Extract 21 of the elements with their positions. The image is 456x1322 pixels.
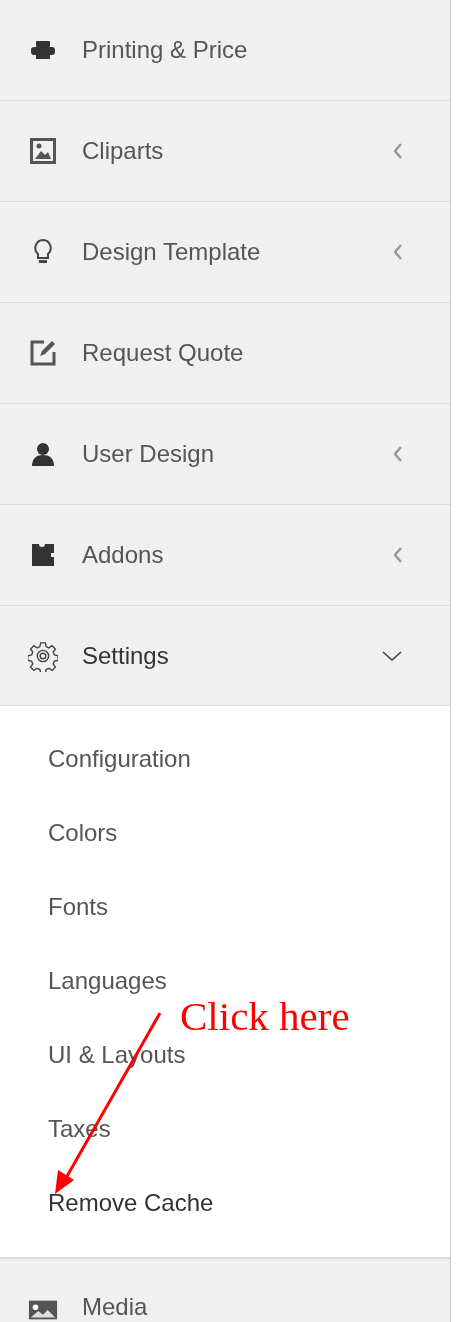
menu-item[interactable]: Addons — [0, 505, 450, 606]
submenu-link[interactable]: Fonts — [48, 893, 109, 921]
menu-item[interactable]: Cliparts — [0, 101, 450, 202]
menu-item[interactable]: User Design — [0, 404, 450, 505]
settings-icon — [28, 639, 58, 672]
submenu-link[interactable]: Configuration — [48, 745, 191, 773]
image-icon — [30, 138, 56, 164]
submenu-link[interactable]: Remove Cache — [48, 1189, 214, 1217]
menu-item[interactable]: Printing & Price — [0, 0, 450, 101]
lightbulb-icon — [33, 238, 53, 266]
user-icon — [31, 442, 55, 466]
annotation-text: Click here — [180, 992, 350, 1040]
menu-item[interactable]: Request Quote — [0, 303, 450, 404]
edit-icon — [30, 340, 56, 366]
puzzle-icon — [30, 542, 56, 568]
printer-icon — [30, 40, 56, 60]
submenu-link[interactable]: Colors — [48, 819, 118, 847]
submenu-link[interactable]: Languages — [48, 967, 167, 995]
menu-item[interactable]: Media — [0, 1259, 450, 1322]
menu-item[interactable]: Design Template — [0, 202, 450, 303]
image-icon — [28, 1299, 58, 1321]
